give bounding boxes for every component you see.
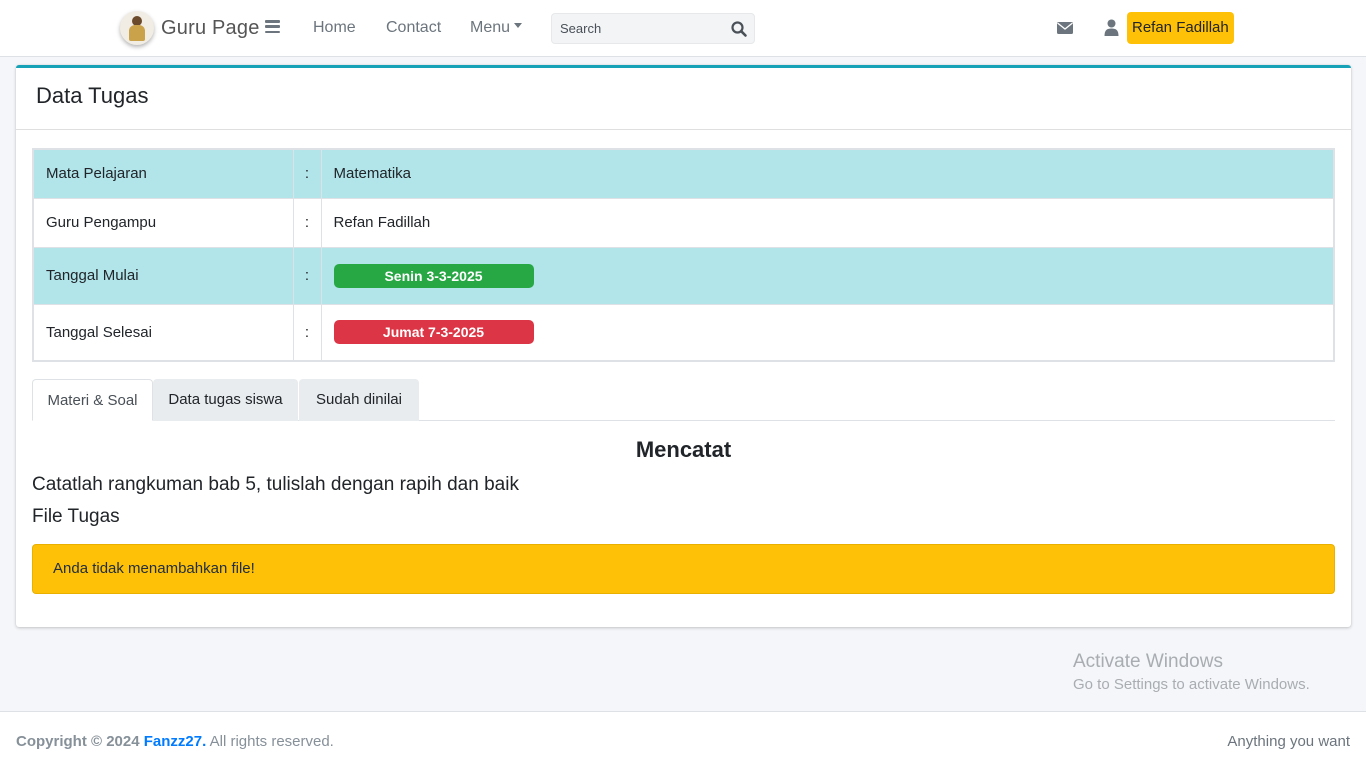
search-input[interactable] (552, 21, 722, 36)
task-tabs: Materi & Soal Data tugas siswa Sudah din… (32, 379, 1335, 421)
table-row: Tanggal Selesai : Jumat 7-3-2025 (32, 303, 1335, 362)
no-file-alert: Anda tidak menambahkan file! (32, 544, 1335, 594)
activate-windows-subtitle: Go to Settings to activate Windows. (1073, 676, 1310, 693)
table-row: Tanggal Mulai : Senin 3-3-2025 (32, 246, 1335, 305)
info-label: Guru Pengampu (32, 197, 294, 248)
info-label: Tanggal Selesai (32, 303, 294, 362)
tab-data-tugas-siswa[interactable]: Data tugas siswa (153, 379, 298, 421)
nav-link-contact[interactable]: Contact (386, 19, 441, 37)
info-separator: : (292, 303, 322, 362)
start-date-badge: Senin 3-3-2025 (333, 263, 534, 288)
search-icon[interactable] (730, 20, 748, 38)
info-value-subject: Matematika (320, 148, 1335, 199)
nav-menu-dropdown[interactable]: Menu (470, 19, 523, 37)
task-description: Catatlah rangkuman bab 5, tulislah denga… (32, 474, 519, 495)
user-name-badge[interactable]: Refan Fadillah (1127, 12, 1234, 44)
brand-name[interactable]: Guru Page (161, 17, 260, 40)
task-info-table: Mata Pelajaran : Matematika Guru Pengamp… (32, 148, 1335, 362)
copyright-text: Copyright © 2024 (16, 733, 140, 750)
info-separator: : (292, 148, 322, 199)
search-box (551, 13, 755, 44)
user-icon[interactable] (1104, 19, 1119, 36)
nav-link-home[interactable]: Home (313, 19, 356, 37)
top-navbar: Guru Page Home Contact Menu Refan Fadill… (0, 0, 1366, 57)
tab-materi-soal[interactable]: Materi & Soal (32, 379, 153, 421)
task-card: Data Tugas Mata Pelajaran : Matematika G… (16, 65, 1351, 627)
info-value-teacher: Refan Fadillah (320, 197, 1335, 248)
brand-logo-icon (120, 11, 154, 45)
footer: Copyright © 2024 Fanzz27. All rights res… (0, 711, 1366, 768)
nav-menu-label: Menu (470, 19, 511, 36)
table-row: Guru Pengampu : Refan Fadillah (32, 197, 1335, 248)
end-date-badge: Jumat 7-3-2025 (333, 320, 534, 345)
hamburger-menu-icon[interactable] (265, 20, 280, 33)
author-link[interactable]: Fanzz27. (144, 733, 207, 750)
task-title: Mencatat (635, 437, 732, 462)
info-separator: : (292, 197, 322, 248)
activate-windows-title: Activate Windows (1073, 651, 1223, 672)
page-title: Data Tugas (36, 83, 149, 108)
info-label: Mata Pelajaran (32, 148, 294, 199)
file-tugas-label: File Tugas (32, 506, 120, 527)
info-separator: : (292, 246, 322, 305)
footer-right-text: Anything you want (1227, 733, 1350, 750)
rights-text: All rights reserved. (209, 733, 334, 750)
tab-sudah-dinilai[interactable]: Sudah dinilai (299, 379, 419, 421)
caret-down-icon (514, 23, 523, 29)
info-value-end-cell: Jumat 7-3-2025 (320, 303, 1335, 362)
table-row: Mata Pelajaran : Matematika (32, 148, 1335, 199)
brand[interactable]: Guru Page (120, 10, 260, 46)
envelope-icon[interactable] (1057, 21, 1073, 35)
footer-copyright: Copyright © 2024 Fanzz27. All rights res… (16, 733, 334, 750)
info-value-start-cell: Senin 3-3-2025 (320, 246, 1335, 305)
card-header: Data Tugas (16, 68, 1351, 130)
info-label: Tanggal Mulai (32, 246, 294, 305)
